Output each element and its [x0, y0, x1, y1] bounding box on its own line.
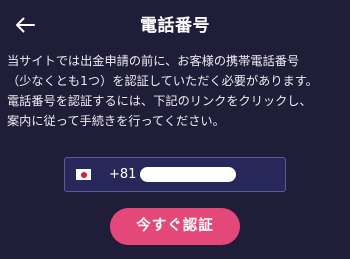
verify-now-button[interactable]: 今すぐ認証 — [110, 208, 240, 245]
description-line: 案内に従って手続きを行ってください。 — [7, 114, 225, 128]
masked-phone-number — [140, 167, 237, 182]
description-line: 当サイトでは出金申請の前に、お客様の携帯電話番号 — [7, 54, 300, 68]
description-line: （少なくとも1つ）を認証していただく必要があります。 — [7, 74, 318, 88]
japan-flag-icon — [76, 169, 91, 180]
header: 電話番号 — [0, 0, 350, 50]
verification-description: 当サイトでは出金申請の前に、お客様の携帯電話番号 （少なくとも1つ）を認証してい… — [7, 51, 347, 131]
country-dial-code: +81 — [109, 166, 137, 182]
phone-number-field[interactable]: +81 — [64, 157, 286, 192]
page-title: 電話番号 — [140, 16, 210, 36]
description-line: 電話番号を認証するには、下記のリンクをクリックし、 — [7, 94, 312, 108]
